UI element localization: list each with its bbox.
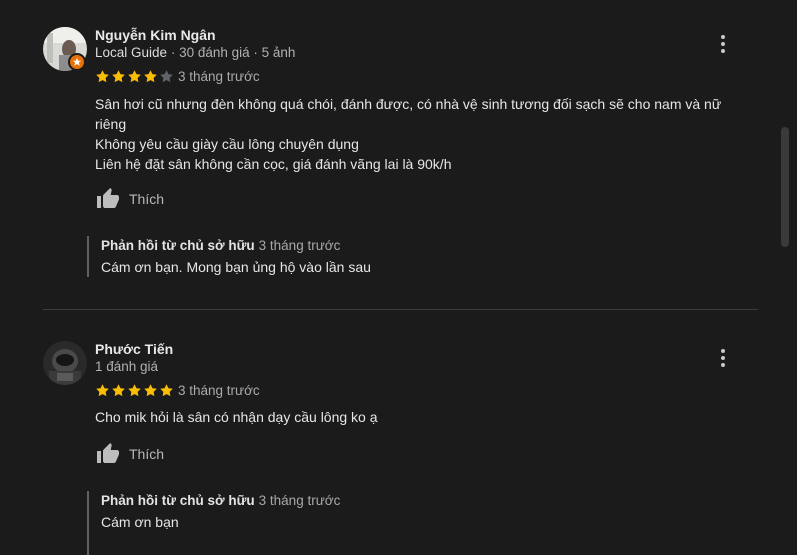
more-vert-dot	[721, 42, 725, 46]
reviewer-meta: Local Guide · 30 đánh giá · 5 ảnh	[95, 45, 295, 60]
photo-count: 5 ảnh	[261, 45, 296, 60]
star-filled-icon	[96, 70, 109, 83]
like-label: Thích	[129, 191, 165, 207]
review-text: Cho mik hỏi là sân có nhận dạy cầu lông …	[95, 407, 755, 427]
owner-reply-time: 3 tháng trước	[258, 238, 341, 253]
more-vert-dot	[721, 356, 725, 360]
local-guide-label: Local Guide	[95, 45, 168, 60]
more-options-button[interactable]	[714, 347, 732, 369]
review-count: 1 đánh giá	[95, 359, 159, 374]
meta-separator: ·	[167, 45, 180, 60]
review-text-line: Cho mik hỏi là sân có nhận dạy cầu lông …	[95, 409, 378, 425]
review-card: Nguyễn Kim Ngân Local Guide · 30 đánh gi…	[0, 0, 797, 309]
owner-reply-header: Phản hồi từ chủ sở hữu 3 tháng trước	[101, 236, 701, 256]
thumb-up-icon	[97, 188, 119, 208]
star-rating	[95, 69, 174, 84]
star-filled-icon	[160, 384, 173, 397]
reviewer-name[interactable]: Phước Tiến	[95, 341, 173, 357]
star-filled-icon	[128, 70, 141, 83]
star-empty-icon	[160, 70, 173, 83]
local-guide-badge	[68, 53, 86, 71]
meta-separator: ·	[249, 45, 262, 60]
reviews-panel: Nguyễn Kim Ngân Local Guide · 30 đánh gi…	[0, 0, 797, 555]
owner-reply-label: Phản hồi từ chủ sở hữu	[101, 238, 255, 253]
scrollbar-thumb[interactable]	[781, 127, 789, 247]
star-icon	[72, 57, 82, 66]
review-time: 3 tháng trước	[178, 69, 260, 84]
star-filled-icon	[128, 384, 141, 397]
reviewer-meta: 1 đánh giá	[95, 359, 158, 374]
owner-reply-label: Phản hồi từ chủ sở hữu	[101, 493, 255, 508]
review-text-line: Không yêu cầu giày cầu lông chuyên dụng	[95, 136, 359, 152]
star-filled-icon	[144, 384, 157, 397]
like-button[interactable]: Thích	[95, 187, 164, 211]
like-label: Thích	[129, 446, 165, 462]
thumb-up-icon	[97, 443, 119, 463]
more-vert-icon	[721, 35, 725, 39]
owner-reply: Phản hồi từ chủ sở hữu 3 tháng trước Cám …	[87, 236, 701, 277]
reviewer-avatar[interactable]	[43, 341, 87, 385]
owner-reply-text: Cám ơn bạn. Mong bạn ủng hộ vào lần sau	[101, 259, 371, 275]
review-text-line: Sân hơi cũ nhưng đèn không quá chói, đán…	[95, 96, 722, 112]
more-vert-dot	[721, 49, 725, 53]
owner-reply-text: Cám ơn bạn	[101, 514, 179, 530]
review-text-line: Liên hệ đặt sân không cần cọc, giá đánh …	[95, 156, 452, 172]
owner-reply-header: Phản hồi từ chủ sở hữu 3 tháng trước	[101, 491, 701, 511]
review-text-line: riêng	[95, 116, 127, 132]
star-filled-icon	[112, 70, 125, 83]
like-button[interactable]: Thích	[95, 442, 164, 466]
owner-reply-time: 3 tháng trước	[258, 493, 341, 508]
more-vert-icon	[721, 349, 725, 353]
star-filled-icon	[112, 384, 125, 397]
more-options-button[interactable]	[714, 33, 732, 55]
star-rating	[95, 383, 174, 398]
review-time: 3 tháng trước	[178, 383, 260, 398]
owner-reply: Phản hồi từ chủ sở hữu 3 tháng trước Cám …	[87, 491, 701, 555]
star-filled-icon	[96, 384, 109, 397]
review-text: Sân hơi cũ nhưng đèn không quá chói, đán…	[95, 94, 755, 174]
reviewer-name[interactable]: Nguyễn Kim Ngân	[95, 27, 216, 43]
review-count: 30 đánh giá	[179, 45, 250, 60]
more-vert-dot	[721, 363, 725, 367]
review-card: Phước Tiến 1 đánh giá 3 tháng trước Cho …	[0, 310, 797, 555]
star-filled-icon	[144, 70, 157, 83]
